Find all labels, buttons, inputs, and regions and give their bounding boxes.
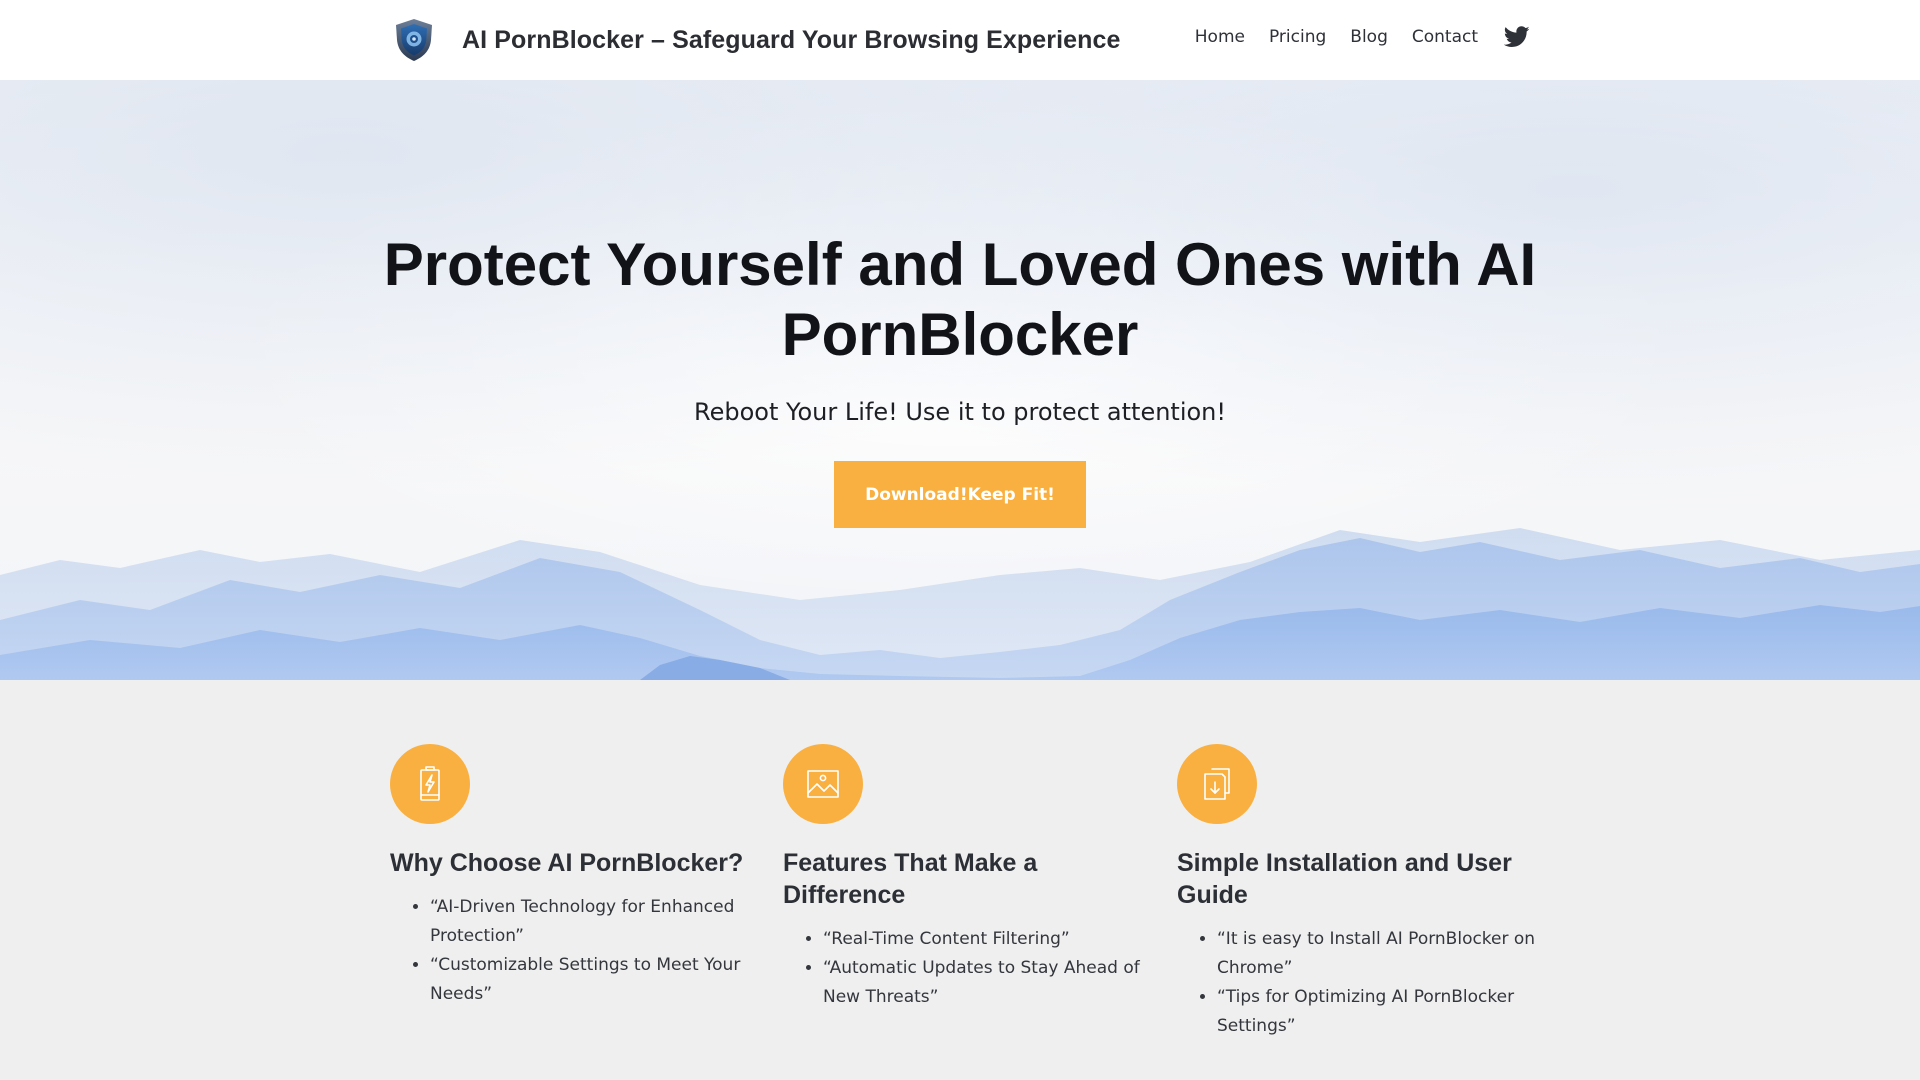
nav-pricing[interactable]: Pricing: [1269, 27, 1326, 47]
hero-subtitle: Reboot Your Life! Use it to protect atte…: [693, 398, 1227, 426]
feature-title: Features That Make a Difference: [783, 849, 1038, 909]
list-item: “Customizable Settings to Meet Your Need…: [430, 951, 760, 1009]
image-icon: [783, 744, 863, 824]
twitter-icon[interactable]: [1504, 26, 1530, 48]
list-item: “Real-Time Content Filtering”: [823, 925, 1153, 954]
site-title: AI PornBlocker – Safeguard Your Browsing…: [462, 25, 1121, 54]
document-download-icon: [1177, 744, 1257, 824]
main-nav: Home Pricing Blog Contact: [1171, 26, 1530, 48]
feature-card-why-choose: Why Choose AI PornBlocker? “AI-Driven Te…: [390, 744, 760, 1009]
list-item: “Tips for Optimizing AI PornBlocker Sett…: [1217, 983, 1547, 1041]
feature-list: “Real-Time Content Filtering” “Automatic…: [783, 925, 1153, 1012]
site-header: AI PornBlocker – Safeguard Your Browsing…: [0, 0, 1920, 80]
nav-contact[interactable]: Contact: [1412, 27, 1478, 47]
nav-home[interactable]: Home: [1195, 27, 1245, 47]
feature-card-features: Features That Make a Difference “Real-Ti…: [783, 744, 1153, 1012]
battery-charging-icon: [390, 744, 470, 824]
feature-title: Why Choose AI PornBlocker?: [390, 849, 744, 877]
list-item: “Automatic Updates to Stay Ahead of New …: [823, 954, 1153, 1012]
features-section: Why Choose AI PornBlocker? “AI-Driven Te…: [0, 680, 1920, 1080]
shield-logo-icon: [396, 19, 432, 61]
nav-blog[interactable]: Blog: [1350, 27, 1388, 47]
list-item: “AI-Driven Technology for Enhanced Prote…: [430, 893, 760, 951]
hero-section: Protect Yourself and Loved Ones with AI …: [0, 80, 1920, 680]
download-button[interactable]: Download!Keep Fit!: [834, 461, 1086, 528]
feature-title: Simple Installation and User Guide: [1177, 849, 1512, 909]
list-item: “It is easy to Install AI PornBlocker on…: [1217, 925, 1547, 983]
brand-link[interactable]: AI PornBlocker – Safeguard Your Browsing…: [394, 18, 1121, 62]
hero-title: Protect Yourself and Loved Ones with AI …: [383, 231, 1537, 368]
feature-list: “AI-Driven Technology for Enhanced Prote…: [390, 893, 760, 1009]
feature-list: “It is easy to Install AI PornBlocker on…: [1177, 925, 1547, 1041]
feature-card-installation: Simple Installation and User Guide “It i…: [1177, 744, 1547, 1041]
